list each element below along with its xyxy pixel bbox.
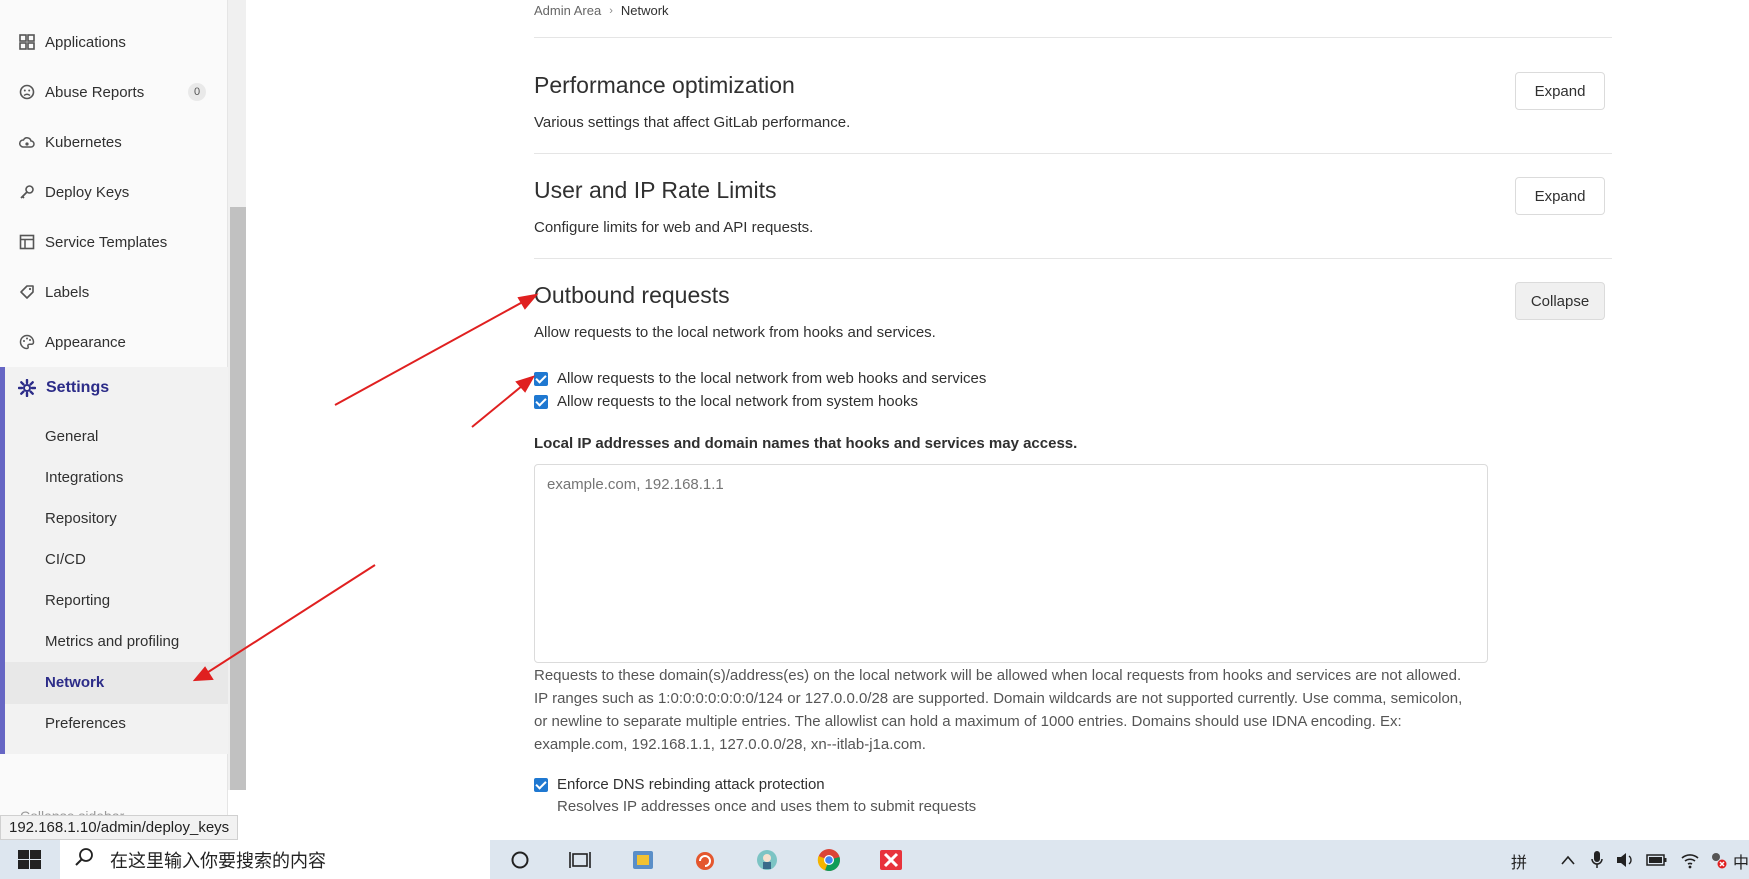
- chevron-right-icon: ›: [609, 4, 613, 17]
- sidebar-subitem-repository[interactable]: Repository: [45, 510, 117, 527]
- checkbox-checked[interactable]: [534, 777, 548, 792]
- checkbox-label: Enforce DNS rebinding attack protection: [557, 776, 825, 793]
- expand-performance-button[interactable]: Expand: [1515, 72, 1605, 110]
- vmware-app-icon[interactable]: [631, 849, 655, 871]
- divider: [534, 153, 1612, 154]
- chrome-icon[interactable]: [817, 849, 841, 872]
- kubernetes-icon: [18, 133, 36, 151]
- abuse-reports-count-badge: 0: [188, 83, 206, 101]
- divider: [534, 258, 1612, 259]
- sidebar-item-labels[interactable]: Labels: [0, 272, 228, 312]
- sidebar-subitem-metrics[interactable]: Metrics and profiling: [45, 633, 179, 650]
- sidebar-active-item-bg: [5, 662, 228, 704]
- sidebar-subitem-general[interactable]: General: [45, 428, 98, 445]
- sidebar-subitem-network[interactable]: Network: [45, 674, 104, 691]
- section-title-outbound: Outbound requests: [534, 282, 730, 308]
- character-app-icon[interactable]: [755, 849, 779, 871]
- sidebar-item-label: Service Templates: [45, 233, 168, 251]
- sidebar-item-settings[interactable]: Settings: [18, 379, 109, 397]
- volume-icon[interactable]: [1613, 849, 1637, 871]
- sidebar-item-label: Abuse Reports: [45, 83, 145, 101]
- search-icon: [74, 847, 94, 872]
- windows-taskbar: 在这里输入你要搜索的内容 拼 中: [0, 840, 1749, 879]
- language-indicator[interactable]: 中: [1733, 849, 1749, 873]
- sidebar-subitem-preferences[interactable]: Preferences: [45, 715, 126, 732]
- status-bar-url: 192.168.1.10/admin/deploy_keys: [0, 815, 239, 840]
- allowlist-help-text: Requests to these domain(s)/address(es) …: [534, 667, 1463, 753]
- sidebar-subitem-ci-cd[interactable]: CI/CD: [45, 551, 86, 568]
- sidebar-item-label: Applications: [45, 33, 126, 51]
- sidebar-item-appearance[interactable]: Appearance: [0, 322, 228, 362]
- section-title-performance: Performance optimization: [534, 72, 795, 98]
- sidebar-subitem-reporting[interactable]: Reporting: [45, 592, 110, 609]
- snail-app-icon[interactable]: [693, 849, 717, 871]
- windows-start-icon[interactable]: [18, 850, 42, 870]
- xmind-app-icon[interactable]: [879, 849, 903, 871]
- appearance-icon: [18, 333, 36, 351]
- sidebar-item-deploy-keys[interactable]: Deploy Keys: [0, 172, 228, 212]
- expand-rate-limits-button[interactable]: Expand: [1515, 177, 1605, 215]
- section-desc-performance: Various settings that affect GitLab perf…: [534, 114, 851, 131]
- dns-rebinding-protection-checkbox[interactable]: Enforce DNS rebinding attack protection: [534, 776, 825, 793]
- sidebar-scrollbar-thumb[interactable]: [230, 207, 246, 790]
- taskbar-search-box[interactable]: 在这里输入你要搜索的内容: [60, 840, 490, 879]
- applications-icon: [18, 33, 36, 51]
- cortana-icon[interactable]: [508, 849, 532, 871]
- annotation-arrow: [334, 297, 531, 406]
- sidebar-subitem-integrations[interactable]: Integrations: [45, 469, 123, 486]
- breadcrumb: Admin Area › Network: [534, 3, 669, 18]
- template-icon: [18, 233, 36, 251]
- task-view-icon[interactable]: [568, 849, 592, 871]
- sidebar-item-service-templates[interactable]: Service Templates: [0, 222, 228, 262]
- sidebar-item-kubernetes[interactable]: Kubernetes: [0, 122, 228, 162]
- checkbox-checked[interactable]: [534, 394, 548, 409]
- sidebar-item-applications[interactable]: Applications: [0, 22, 228, 62]
- key-icon: [18, 183, 36, 201]
- ime-indicator[interactable]: 拼: [1511, 849, 1527, 873]
- collapse-outbound-button[interactable]: Collapse: [1515, 282, 1605, 320]
- chevron-up-icon[interactable]: [1556, 849, 1580, 871]
- security-center-icon[interactable]: [1706, 849, 1730, 871]
- settings-label: Settings: [46, 379, 110, 396]
- allow-local-webhooks-checkbox[interactable]: Allow requests to the local network from…: [534, 370, 986, 387]
- breadcrumb-parent[interactable]: Admin Area: [534, 3, 601, 18]
- checkbox-label: Allow requests to the local network from…: [557, 393, 918, 410]
- sidebar-item-label: Deploy Keys: [45, 183, 130, 201]
- section-desc-rate-limits: Configure limits for web and API request…: [534, 219, 814, 236]
- sidebar-item-label: Kubernetes: [45, 133, 122, 151]
- sidebar-item-abuse-reports[interactable]: Abuse Reports 0: [0, 72, 228, 112]
- battery-icon[interactable]: [1645, 849, 1669, 871]
- taskbar-search-text: 在这里输入你要搜索的内容: [110, 850, 326, 871]
- sidebar-item-label: Labels: [45, 283, 90, 301]
- dns-rebinding-help-text: Resolves IP addresses once and uses them…: [557, 798, 977, 815]
- gear-icon: [18, 379, 36, 397]
- checkbox-checked[interactable]: [534, 371, 548, 386]
- label-icon: [18, 283, 36, 301]
- divider: [534, 37, 1612, 38]
- microphone-icon[interactable]: [1585, 849, 1609, 871]
- annotation-arrowhead: [515, 375, 536, 393]
- section-desc-outbound: Allow requests to the local network from…: [534, 324, 936, 341]
- allowlist-textarea[interactable]: [534, 464, 1488, 663]
- abuse-reports-icon: [18, 83, 36, 101]
- section-title-rate-limits: User and IP Rate Limits: [534, 177, 777, 203]
- checkbox-label: Allow requests to the local network from…: [557, 370, 987, 387]
- wifi-icon[interactable]: [1678, 849, 1702, 871]
- allowlist-label: Local IP addresses and domain names that…: [534, 435, 1078, 452]
- annotation-arrow: [471, 380, 529, 428]
- allow-local-system-hooks-checkbox[interactable]: Allow requests to the local network from…: [534, 393, 918, 410]
- sidebar-item-label: Appearance: [45, 333, 126, 351]
- breadcrumb-current: Network: [620, 3, 669, 18]
